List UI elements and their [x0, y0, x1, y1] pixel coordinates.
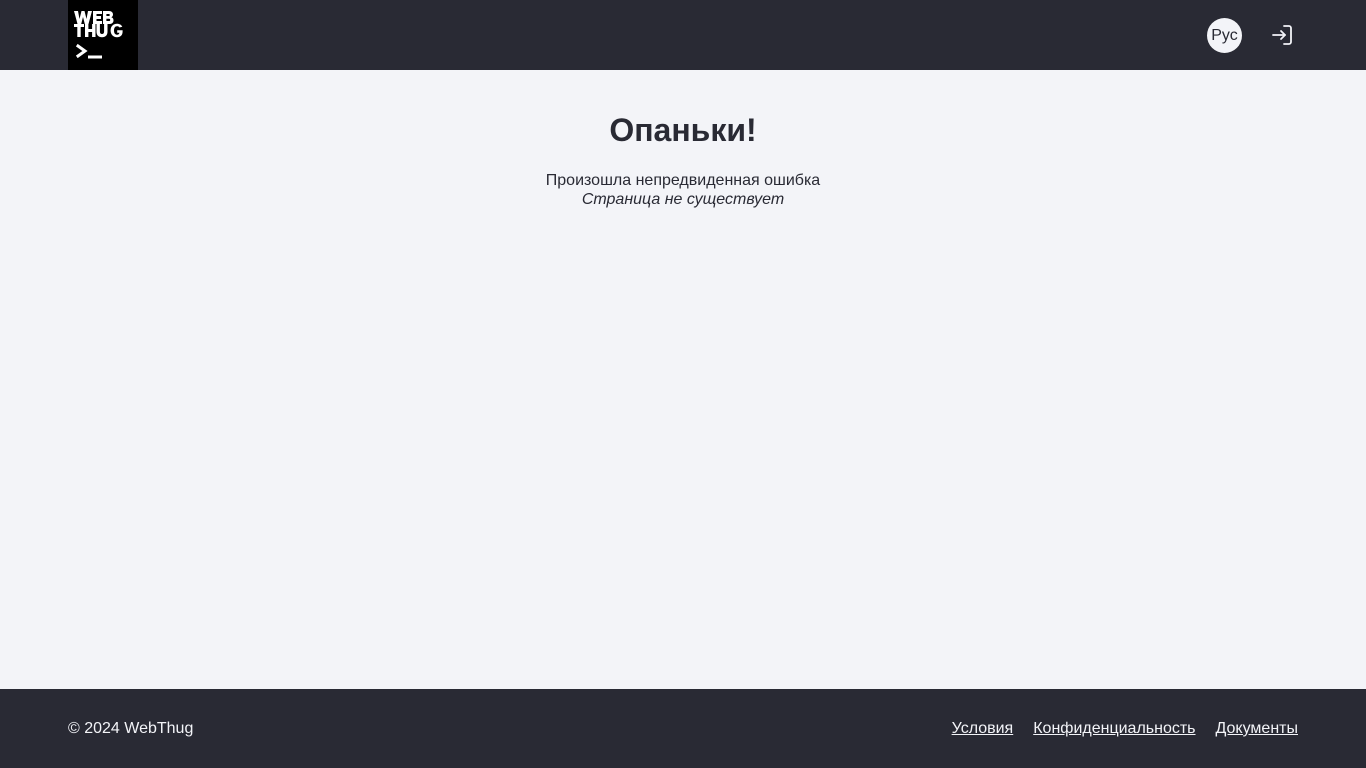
main-content: Опаньки! Произошла непредвиденная ошибка…	[0, 70, 1366, 689]
login-button[interactable]	[1270, 23, 1294, 47]
error-title: Опаньки!	[609, 112, 757, 148]
error-message: Произошла непредвиденная ошибка	[545, 172, 821, 189]
top-header: Рус	[0, 0, 1366, 70]
page-footer: © 2024 WebThug Условия Конфиденциальност…	[0, 689, 1366, 768]
footer-link-privacy[interactable]: Конфиденциальность	[1033, 719, 1195, 738]
footer-link-docs[interactable]: Документы	[1216, 719, 1298, 738]
language-switch-button[interactable]: Рус	[1207, 18, 1242, 53]
error-detail: Страница не существует	[581, 191, 785, 208]
footer-link-terms[interactable]: Условия	[952, 719, 1014, 738]
logo-icon	[68, 0, 138, 70]
copyright-text: © 2024 WebThug	[68, 720, 194, 737]
footer-links: Условия Конфиденциальность Документы	[952, 719, 1298, 738]
login-icon	[1272, 25, 1292, 45]
webthug-logo[interactable]	[68, 0, 138, 70]
